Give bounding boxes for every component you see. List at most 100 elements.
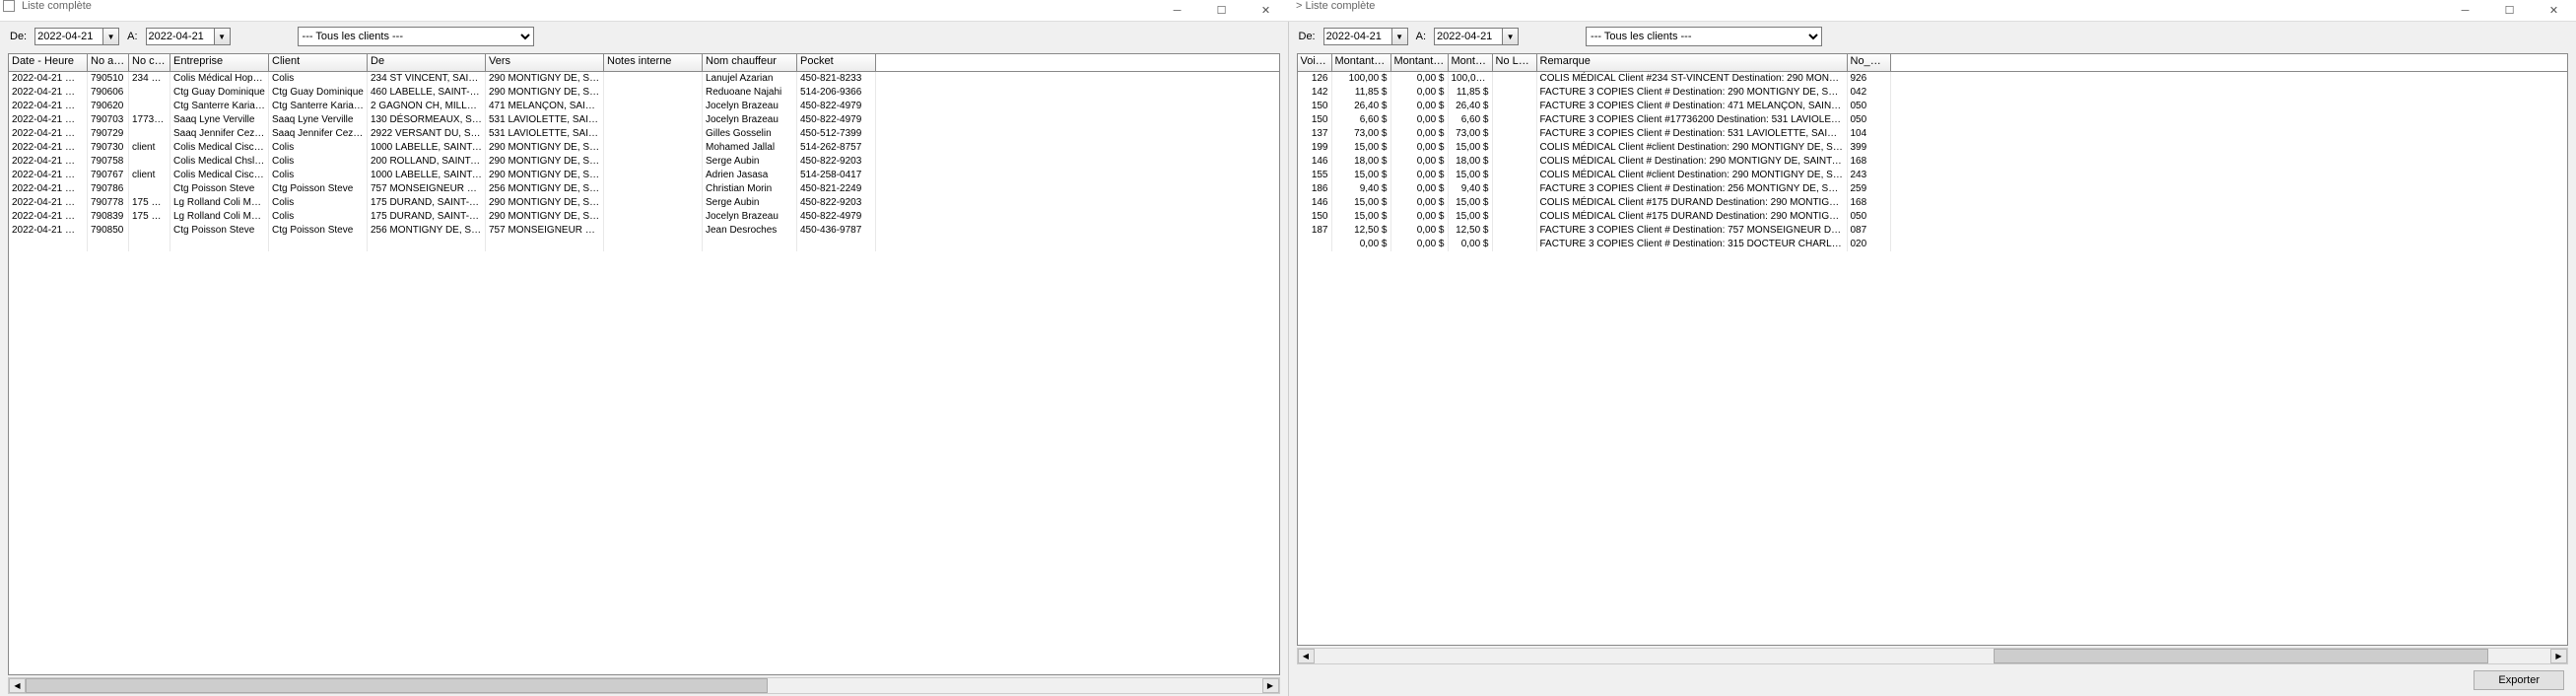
cell-de: 460 LABELLE, SAINT-JÉRÔME	[368, 86, 486, 100]
dropdown-icon[interactable]: ▼	[103, 28, 119, 45]
table-row[interactable]: 2022-04-21 @ 07:13790620Ctg Santerre Kar…	[9, 100, 1279, 113]
table-row[interactable]: 15515,00 $0,00 $15,00 $COLIS MÉDICAL Cli…	[1298, 169, 2568, 182]
cell-notes	[604, 182, 703, 196]
table-row[interactable]	[9, 238, 1279, 251]
client-filter-select[interactable]: --- Tous les clients ---	[298, 27, 534, 46]
cell-noload	[1493, 182, 1537, 196]
cell-total: 12,50 $	[1449, 224, 1493, 238]
column-header[interactable]: Vers	[486, 54, 604, 71]
table-row[interactable]: 15015,00 $0,00 $15,00 $COLIS MÉDICAL Cli…	[1298, 210, 2568, 224]
cell-noappel	[88, 238, 129, 251]
table-row[interactable]: 15026,40 $0,00 $26,40 $FACTURE 3 COPIES …	[1298, 100, 2568, 113]
maximize-button-left[interactable]: ☐	[1199, 0, 1244, 22]
column-header[interactable]: Montant pourboire	[1391, 54, 1449, 71]
column-header[interactable]: No appel	[88, 54, 129, 71]
hscroll-right[interactable]: ◀ ▶	[1297, 648, 2569, 664]
table-row[interactable]: 2022-04-21 @ 08:38790729Saaq Jennifer Ce…	[9, 127, 1279, 141]
table-row[interactable]: 126100,00 $0,00 $100,00 $COLIS MÉDICAL C…	[1298, 72, 2568, 86]
table-row[interactable]: 2022-04-21 @ 10:12790850Ctg Poisson Stev…	[9, 224, 1279, 238]
export-button[interactable]: Exporter	[2474, 670, 2564, 690]
cell-taxi: 15,00 $	[1332, 141, 1391, 155]
date-from-combo-r[interactable]: ▼	[1323, 28, 1408, 45]
minimize-button-left[interactable]: ─	[1155, 0, 1199, 22]
scroll-right-icon[interactable]: ▶	[1262, 678, 1279, 693]
client-filter-select-r[interactable]: --- Tous les clients ---	[1586, 27, 1822, 46]
column-header[interactable]: Entreprise	[170, 54, 269, 71]
column-header[interactable]: No client	[129, 54, 170, 71]
maximize-button-right[interactable]: ☐	[2487, 0, 2532, 22]
cell-notes	[604, 196, 703, 210]
column-header[interactable]: Remarque	[1537, 54, 1848, 71]
table-row[interactable]: 14615,00 $0,00 $15,00 $COLIS MÉDICAL Cli…	[1298, 196, 2568, 210]
cell-notes	[604, 155, 703, 169]
scroll-left-icon[interactable]: ◀	[9, 678, 26, 693]
date-from-input[interactable]	[34, 28, 103, 45]
client-filter-combo-r[interactable]: --- Tous les clients ---	[1586, 27, 1822, 46]
table-row[interactable]: 2022-04-21 @ 10:06790839175 DUR...Lg Rol…	[9, 210, 1279, 224]
scroll-right-icon[interactable]: ▶	[2550, 649, 2567, 663]
column-header[interactable]: Pocket	[797, 54, 876, 71]
hscroll-left[interactable]: ◀ ▶	[8, 677, 1280, 694]
table-row[interactable]: 2022-04-21 @ 09:11790786Ctg Poisson Stev…	[9, 182, 1279, 196]
table-row[interactable]: 1506,60 $0,00 $6,60 $FACTURE 3 COPIES Cl…	[1298, 113, 2568, 127]
column-header[interactable]: Notes interne	[604, 54, 703, 71]
cell-total: 26,40 $	[1449, 100, 1493, 113]
table-row[interactable]: 2022-04-21 @ 08:1379070317736200Saaq Lyn…	[9, 113, 1279, 127]
column-header[interactable]: No Load	[1493, 54, 1537, 71]
table-row[interactable]: 18712,50 $0,00 $12,50 $FACTURE 3 COPIES …	[1298, 224, 2568, 238]
column-header[interactable]: Montant total	[1449, 54, 1493, 71]
table-row[interactable]: 14618,00 $0,00 $18,00 $COLIS MÉDICAL Cli…	[1298, 155, 2568, 169]
cell-vers: 471 MELANÇON, SAINT-JÉRÔME	[486, 100, 604, 113]
column-header[interactable]: Nom chauffeur	[703, 54, 797, 71]
table-row[interactable]: 2022-04-21 @ 08:44790730clientColis Medi…	[9, 141, 1279, 155]
dropdown-icon[interactable]: ▼	[1392, 28, 1408, 45]
table-row[interactable]: 2022-04-21 @ 08:58790758Colis Medical Ch…	[9, 155, 1279, 169]
table-row[interactable]: 2022-04-21 @ 09:02790767clientColis Medi…	[9, 169, 1279, 182]
column-header[interactable]: Client	[269, 54, 368, 71]
column-header[interactable]: Voiture	[1298, 54, 1332, 71]
date-from-input-r[interactable]	[1323, 28, 1392, 45]
column-header[interactable]: Date - Heure	[9, 54, 88, 71]
column-header[interactable]: Montant taximètre	[1332, 54, 1391, 71]
table-row[interactable]: 13773,00 $0,00 $73,00 $FACTURE 3 COPIES …	[1298, 127, 2568, 141]
date-to-combo-r[interactable]: ▼	[1434, 28, 1519, 45]
table-row[interactable]: 2022-04-21 @ 09:20790778175 DUR...Lg Rol…	[9, 196, 1279, 210]
cell-noload	[1493, 169, 1537, 182]
column-header[interactable]: No_Dossier	[1848, 54, 1891, 71]
date-to-input-r[interactable]	[1434, 28, 1503, 45]
date-to-input[interactable]	[146, 28, 215, 45]
table-row[interactable]: 2022-04-21 @ 06:45790606Ctg Guay Dominiq…	[9, 86, 1279, 100]
cell-date	[9, 238, 88, 251]
cell-total: 11,85 $	[1449, 86, 1493, 100]
table-row[interactable]: 1869,40 $0,00 $9,40 $FACTURE 3 COPIES Cl…	[1298, 182, 2568, 196]
cell-pocket: 514-262-8757	[797, 141, 876, 155]
table-row[interactable]: 14211,85 $0,00 $11,85 $FACTURE 3 COPIES …	[1298, 86, 2568, 100]
grid-body-left[interactable]: 2022-04-21 @ 04:20790510234 ST-V...Colis…	[8, 72, 1280, 675]
close-button-left[interactable]: ✕	[1244, 0, 1288, 22]
cell-noload	[1493, 86, 1537, 100]
cell-dossier: 243	[1848, 169, 1891, 182]
cell-dossier: 050	[1848, 210, 1891, 224]
close-button-right[interactable]: ✕	[2532, 0, 2576, 22]
cell-noappel: 790767	[88, 169, 129, 182]
column-header[interactable]: De	[368, 54, 486, 71]
date-to-combo[interactable]: ▼	[146, 28, 231, 45]
table-row[interactable]: 0,00 $0,00 $0,00 $FACTURE 3 COPIES Clien…	[1298, 238, 2568, 251]
cell-voiture: 126	[1298, 72, 1332, 86]
date-from-combo[interactable]: ▼	[34, 28, 119, 45]
cell-pourboire: 0,00 $	[1391, 224, 1449, 238]
table-row[interactable]: 19915,00 $0,00 $15,00 $COLIS MÉDICAL Cli…	[1298, 141, 2568, 155]
table-row[interactable]: 2022-04-21 @ 04:20790510234 ST-V...Colis…	[9, 72, 1279, 86]
cell-noclient	[129, 86, 170, 100]
client-filter-combo[interactable]: --- Tous les clients ---	[298, 27, 534, 46]
cell-taxi: 73,00 $	[1332, 127, 1391, 141]
dropdown-icon[interactable]: ▼	[215, 28, 231, 45]
minimize-button-right[interactable]: ─	[2443, 0, 2487, 22]
grid-body-right[interactable]: 126100,00 $0,00 $100,00 $COLIS MÉDICAL C…	[1297, 72, 2569, 646]
cell-vers: 290 MONTIGNY DE, SAINT-JÉRÔME	[486, 210, 604, 224]
scroll-left-icon[interactable]: ◀	[1298, 649, 1315, 663]
cell-date: 2022-04-21 @ 08:44	[9, 141, 88, 155]
cell-remarque: FACTURE 3 COPIES Client # Destination: 2…	[1537, 86, 1848, 100]
dropdown-icon[interactable]: ▼	[1503, 28, 1519, 45]
cell-pourboire: 0,00 $	[1391, 182, 1449, 196]
